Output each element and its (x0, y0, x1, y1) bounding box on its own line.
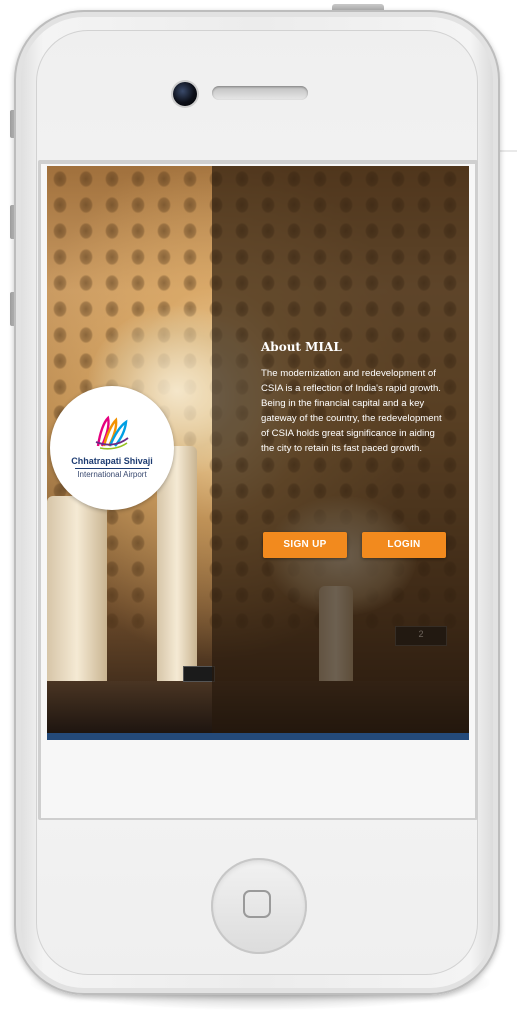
display-board (183, 666, 215, 682)
logo-subtitle: International Airport (77, 470, 147, 479)
signup-button[interactable]: SIGN UP (263, 532, 347, 558)
logo-mark-icon (95, 415, 129, 450)
front-camera (173, 82, 197, 106)
home-square-icon (243, 890, 271, 918)
about-title: About MIAL (261, 340, 342, 354)
about-body: The modernization and redevelopment of C… (261, 368, 442, 454)
logo-divider (75, 468, 149, 469)
app-screen: 2 Chhatrapati Shivaji International Airp… (41, 164, 475, 818)
bottom-accent-bar (47, 733, 469, 740)
logo-name: Chhatrapati Shivaji (71, 456, 153, 466)
earpiece-speaker (212, 86, 308, 100)
login-button[interactable]: LOGIN (362, 532, 446, 558)
airport-logo: Chhatrapati Shivaji International Airpor… (50, 386, 174, 510)
home-button[interactable] (211, 858, 307, 954)
pillar (47, 496, 107, 686)
